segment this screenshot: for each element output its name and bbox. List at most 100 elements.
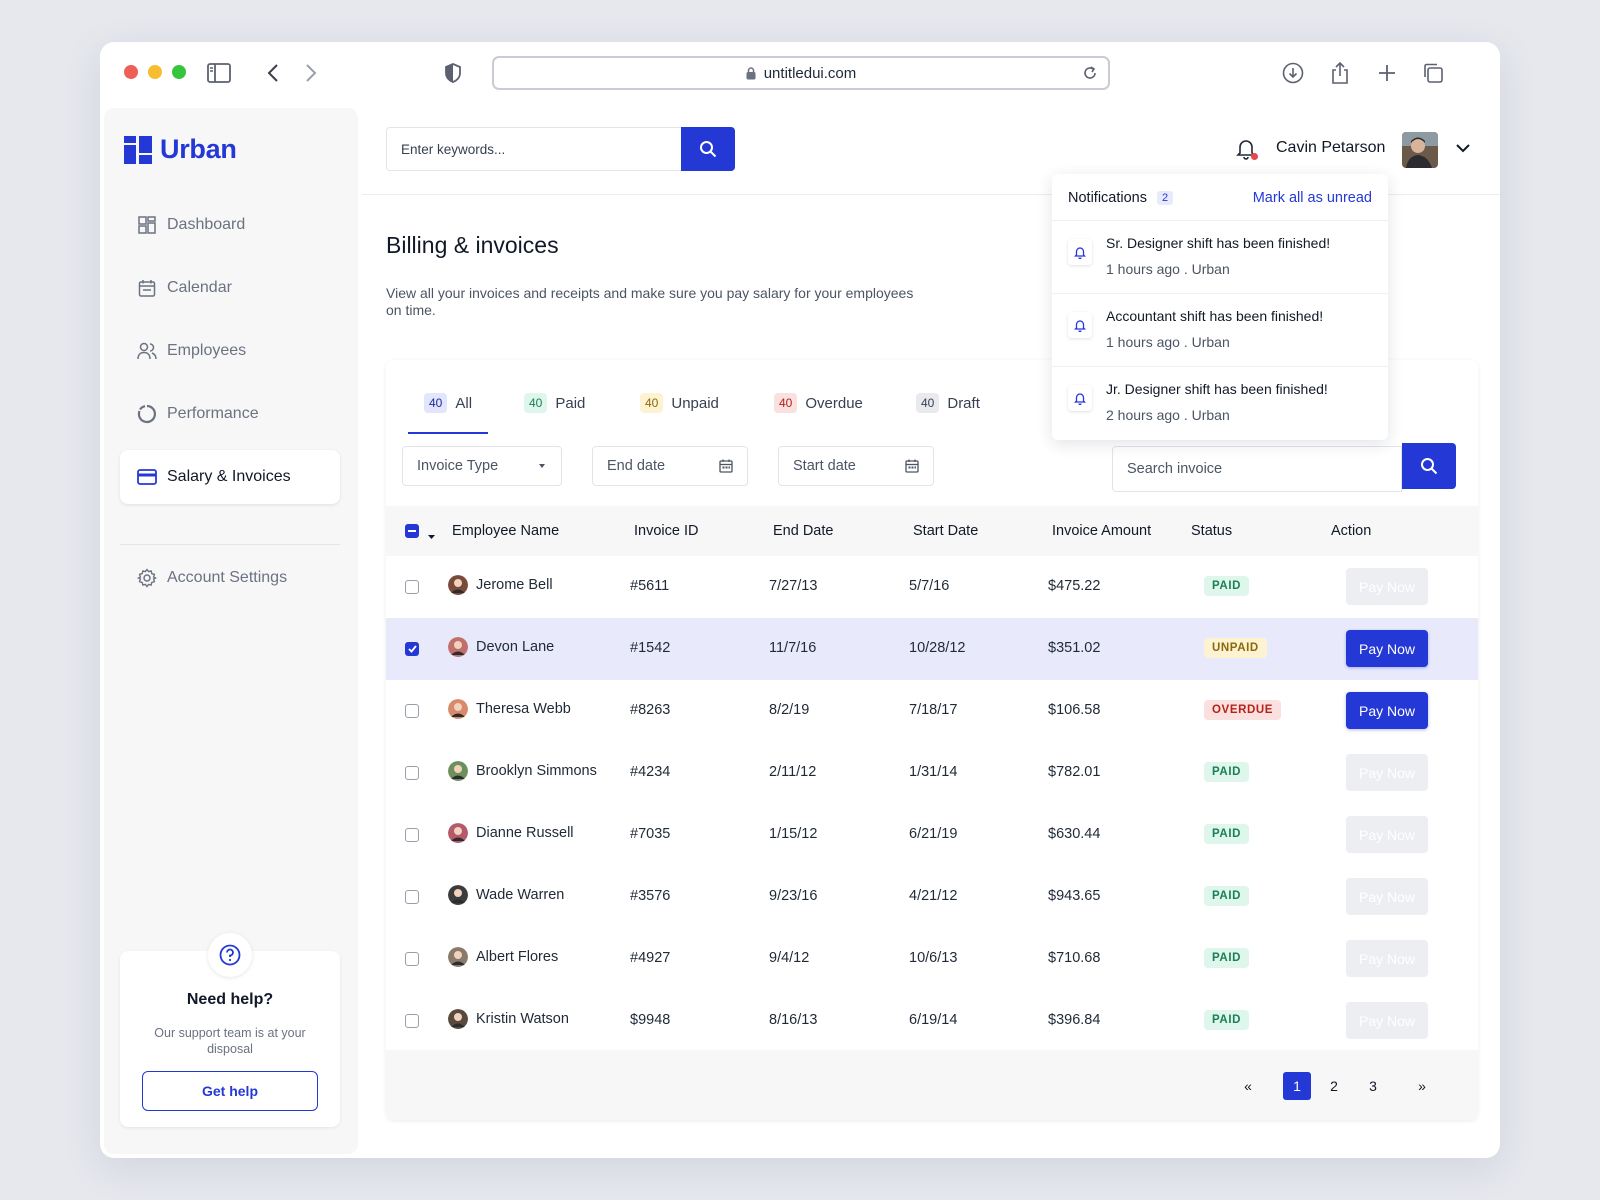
tab-draft[interactable]: 40 Draft [916, 380, 980, 426]
url-text: untitledui.com [763, 64, 857, 82]
sidebar-toggle-icon[interactable] [206, 60, 232, 86]
page-description: View all your invoices and receipts and … [386, 285, 914, 318]
select-menu-caret-icon[interactable] [427, 527, 436, 545]
help-title: Need help? [186, 991, 274, 1008]
sidebar-item-dashboard[interactable]: Dashboard [120, 198, 340, 252]
notifications-count-badge: 2 [1156, 191, 1174, 205]
invoice-amount: $943.65 [1048, 888, 1101, 904]
start-date: 10/6/13 [909, 950, 958, 966]
table-row[interactable]: Wade Warren #3576 9/23/16 4/21/12 $943.65 PAI… [386, 866, 1478, 928]
row-checkbox[interactable] [405, 704, 419, 718]
invoice-type-select[interactable]: Invoice Type [402, 446, 562, 486]
new-tab-plus-icon[interactable] [1374, 60, 1400, 86]
column-invoice-id[interactable]: Invoice ID [634, 523, 698, 539]
employee-cell: Brooklyn Simmons [448, 761, 597, 781]
table-row[interactable]: Albert Flores #4927 9/4/12 10/6/13 $710.68 PA… [386, 928, 1478, 990]
sidebar-divider [120, 544, 340, 545]
user-name[interactable]: Cavin Petarson [1276, 139, 1385, 157]
sidebar: Urban Dashboard Calendar Employees Perfo… [104, 108, 358, 1154]
brand-logo[interactable]: Urban [124, 134, 237, 165]
keyword-search-button[interactable] [681, 127, 735, 171]
row-checkbox[interactable] [405, 952, 419, 966]
pay-now-button: Pay Now [1346, 878, 1428, 915]
back-arrow-icon[interactable] [260, 60, 286, 86]
sidebar-item-employees[interactable]: Employees [120, 324, 340, 378]
address-bar[interactable]: untitledui.com [492, 56, 1110, 90]
page-button-2[interactable]: 2 [1320, 1072, 1348, 1100]
brand-mark-icon [124, 135, 152, 164]
minus-icon [408, 530, 416, 532]
notification-text: Accountant shift has been finished! [1106, 308, 1324, 324]
row-checkbox[interactable] [405, 828, 419, 842]
shield-icon[interactable] [440, 60, 466, 86]
bell-icon [1068, 239, 1092, 265]
tab-all[interactable]: 40 All [407, 380, 489, 434]
tab-overdue[interactable]: 40 Overdue [774, 380, 863, 426]
bell-icon [1068, 312, 1092, 338]
table-row[interactable]: Brooklyn Simmons #4234 2/11/12 1/31/14 $782.… [386, 742, 1478, 804]
share-icon[interactable] [1327, 60, 1353, 86]
chevron-down-icon[interactable] [1456, 140, 1470, 158]
tab-label: Paid [555, 394, 586, 412]
column-end-date[interactable]: End Date [773, 523, 833, 539]
row-checkbox[interactable] [405, 580, 419, 594]
column-invoice-amount[interactable]: Invoice Amount [1052, 523, 1151, 539]
row-checkbox[interactable] [405, 766, 419, 780]
table-row[interactable]: Kristin Watson $9948 8/16/13 6/19/14 $396.84… [386, 990, 1478, 1052]
column-employee-name[interactable]: Employee Name [452, 523, 559, 539]
pay-now-button[interactable]: Pay Now [1346, 630, 1428, 667]
end-date-input[interactable]: End date [592, 446, 748, 486]
forward-arrow-icon[interactable] [298, 60, 324, 86]
keyword-search-input[interactable]: Enter keywords... [386, 127, 682, 171]
sidebar-item-salary-invoices[interactable]: Salary & Invoices [120, 450, 340, 504]
column-start-date[interactable]: Start Date [913, 523, 978, 539]
notification-item[interactable]: Sr. Designer shift has been finished! 1 h… [1052, 220, 1388, 294]
sidebar-item-performance[interactable]: Performance [120, 387, 340, 441]
table-row[interactable]: Theresa Webb #8263 8/2/19 7/18/17 $106.58 OVE… [386, 680, 1478, 742]
get-help-button[interactable]: Get help [142, 1071, 318, 1111]
minimize-window-button[interactable] [148, 65, 162, 79]
page-button-1[interactable]: 1 [1283, 1072, 1311, 1100]
row-checkbox[interactable] [405, 642, 419, 656]
tab-paid[interactable]: 40 Paid [524, 380, 585, 426]
tab-unpaid[interactable]: 40 Unpaid [640, 380, 719, 426]
row-checkbox[interactable] [405, 1014, 419, 1028]
grid-icon [137, 215, 157, 235]
search-invoice-input[interactable]: Search invoice [1112, 446, 1402, 492]
mark-all-unread-link[interactable]: Mark all as unread [1253, 190, 1372, 206]
invoice-id: $9948 [630, 1012, 671, 1028]
table-row[interactable]: Dianne Russell #7035 1/15/12 6/21/19 $630.44… [386, 804, 1478, 866]
tab-count: 40 [640, 393, 664, 413]
sidebar-item-account-settings[interactable]: Account Settings [120, 551, 340, 605]
user-avatar[interactable] [1402, 132, 1438, 168]
lock-icon [746, 66, 756, 80]
reload-icon[interactable] [1082, 65, 1098, 81]
tabs-overview-icon[interactable] [1420, 60, 1446, 86]
sidebar-item-calendar[interactable]: Calendar [120, 261, 340, 315]
status-badge: PAID [1204, 576, 1250, 596]
pay-now-button[interactable]: Pay Now [1346, 692, 1428, 729]
download-icon[interactable] [1280, 60, 1306, 86]
status-badge: PAID [1204, 762, 1250, 782]
table-row[interactable]: Devon Lane #1542 11/7/16 10/28/12 $351.02 UNP… [386, 618, 1478, 680]
status-badge: OVERDUE [1204, 700, 1282, 720]
notification-item[interactable]: Jr. Designer shift has been finished! 2 h… [1052, 366, 1388, 440]
start-date-input[interactable]: Start date [778, 446, 934, 486]
page-button-3[interactable]: 3 [1359, 1072, 1387, 1100]
table-row[interactable]: Jerome Bell #5611 7/27/13 5/7/16 $475.22 PAID… [386, 556, 1478, 618]
close-window-button[interactable] [124, 65, 138, 79]
row-checkbox[interactable] [405, 890, 419, 904]
end-date: 7/27/13 [769, 578, 818, 594]
select-all-checkbox[interactable] [405, 524, 419, 538]
first-page-button[interactable]: « [1234, 1072, 1262, 1100]
maximize-window-button[interactable] [172, 65, 186, 79]
table-header: Employee Name Invoice ID End Date Start … [386, 506, 1478, 556]
search-invoice-button[interactable] [1402, 443, 1456, 489]
notification-item[interactable]: Accountant shift has been finished! 1 hou… [1052, 293, 1388, 367]
search-icon [700, 141, 717, 158]
sidebar-item-label: Performance [167, 405, 259, 422]
browser-toolbar: untitledui.com [100, 42, 1500, 106]
column-status[interactable]: Status [1191, 523, 1232, 539]
last-page-button[interactable]: » [1408, 1072, 1436, 1100]
notification-bell-icon[interactable] [1236, 138, 1258, 162]
